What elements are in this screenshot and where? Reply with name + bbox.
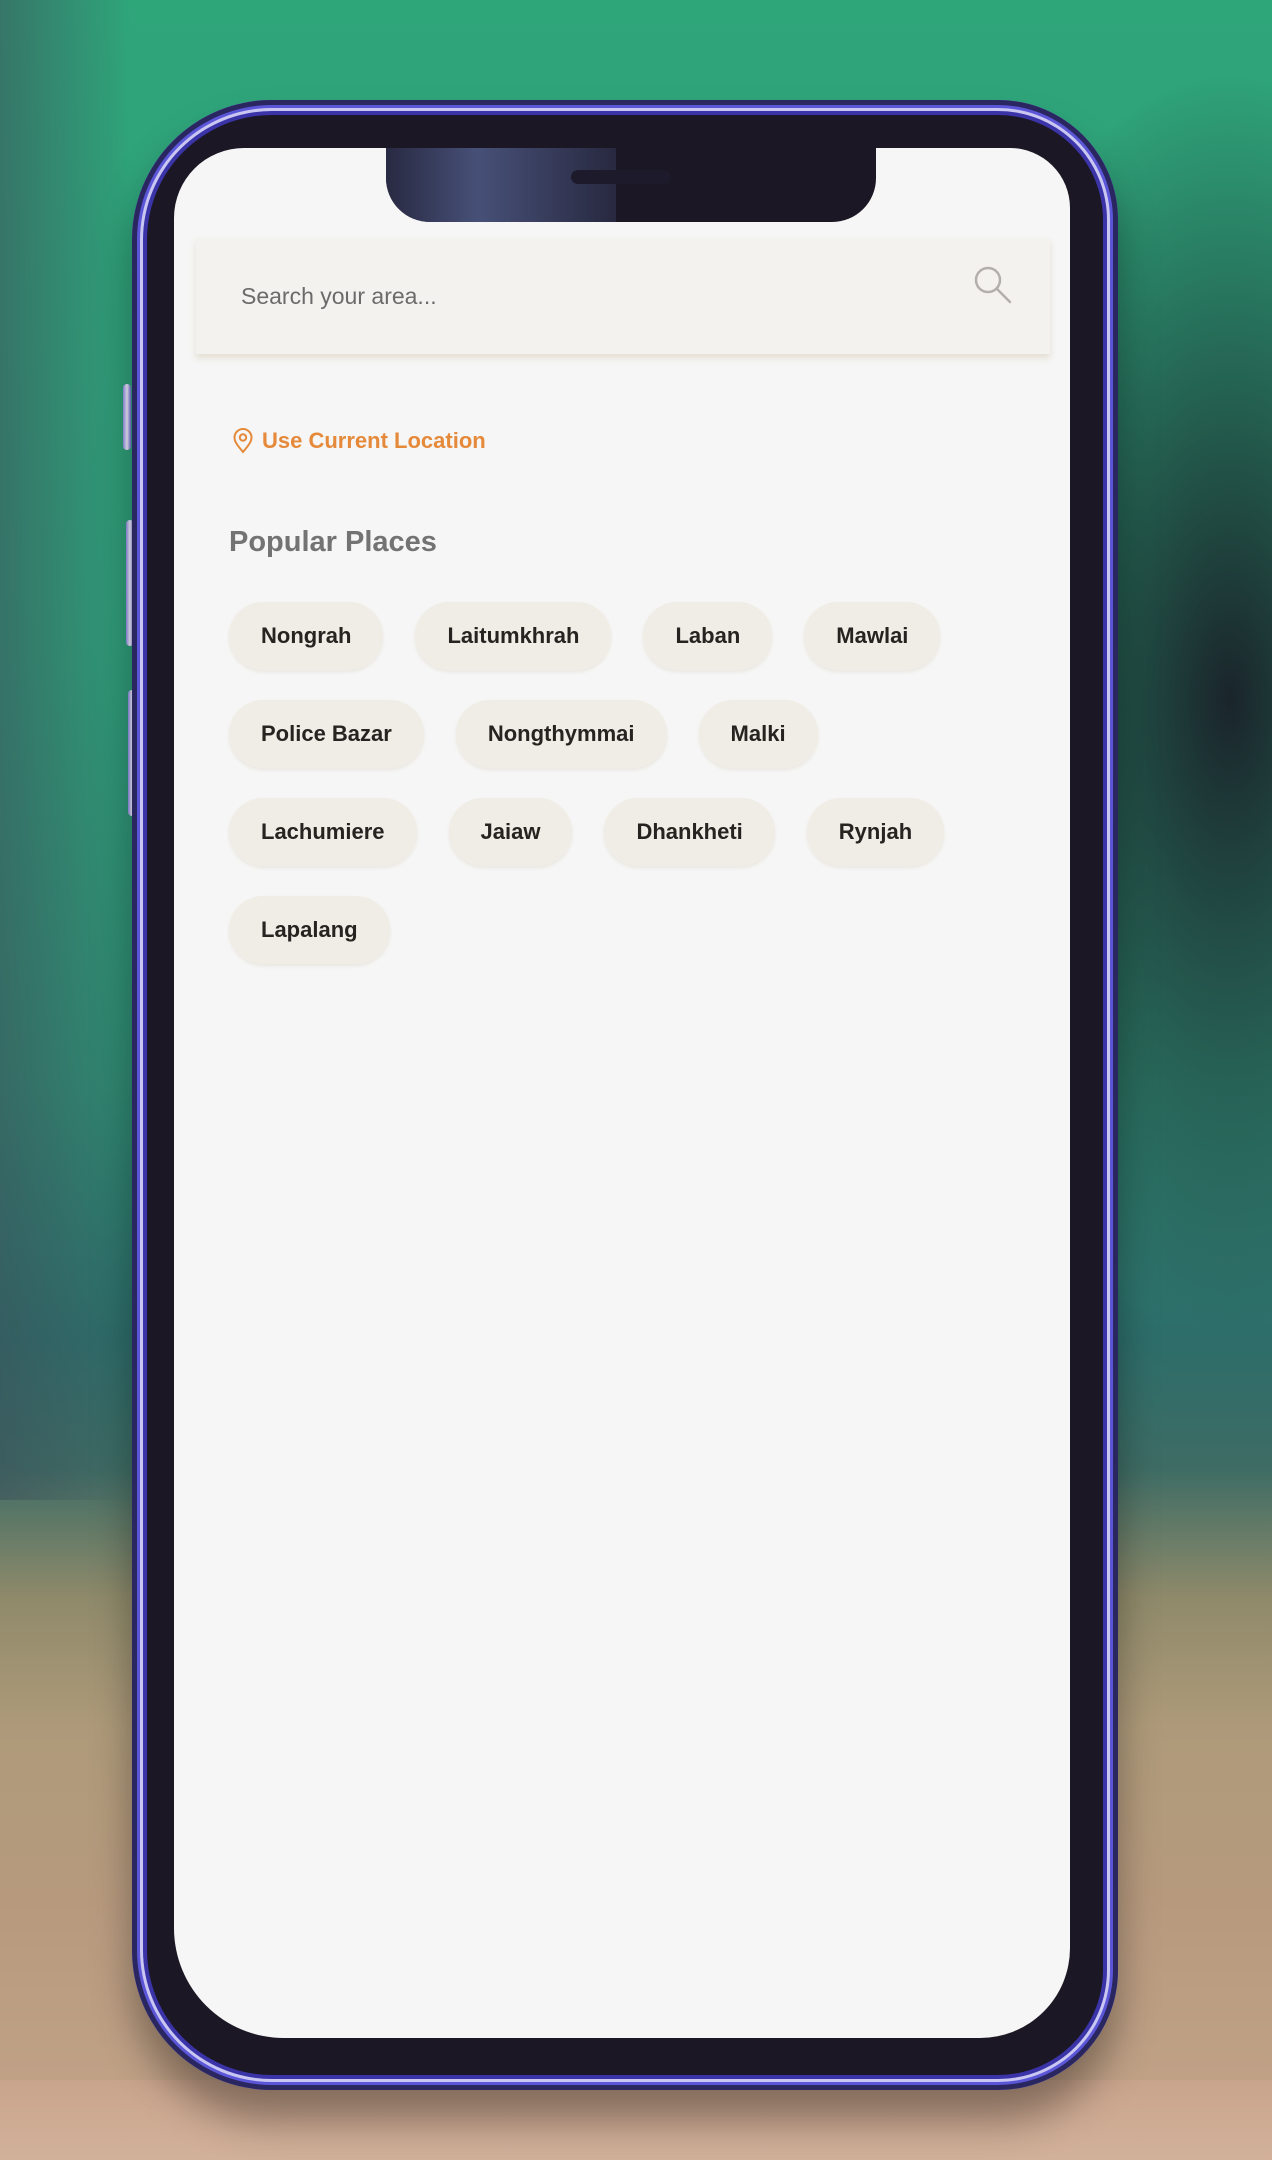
place-chip-lachumiere[interactable]: Lachumiere	[229, 798, 417, 866]
search-icon[interactable]	[970, 262, 1014, 306]
place-chip-lapalang[interactable]: Lapalang	[229, 896, 390, 964]
phone-notch	[386, 148, 876, 222]
place-chip-police-bazar[interactable]: Police Bazar	[229, 700, 424, 768]
search-input[interactable]	[239, 270, 943, 322]
use-current-location-label: Use Current Location	[262, 428, 486, 453]
map-pin-icon	[232, 428, 254, 454]
place-chip-malki[interactable]: Malki	[698, 700, 818, 768]
use-current-location-button[interactable]: Use Current Location	[232, 428, 486, 454]
place-chip-jaiaw[interactable]: Jaiaw	[448, 798, 573, 866]
place-chip-mawlai[interactable]: Mawlai	[804, 602, 941, 670]
popular-places-title: Popular Places	[229, 526, 437, 558]
place-chip-laitumkhrah[interactable]: Laitumkhrah	[415, 602, 612, 670]
place-chip-rynjah[interactable]: Rynjah	[806, 798, 945, 866]
table-surface	[0, 2080, 1272, 2160]
silent-switch	[123, 384, 131, 450]
background-shade	[0, 0, 130, 1500]
place-chip-dhankheti[interactable]: Dhankheti	[604, 798, 775, 866]
place-chip-nongthymmai[interactable]: Nongthymmai	[455, 700, 667, 768]
place-chip-nongrah[interactable]: Nongrah	[229, 602, 384, 670]
place-chip-laban[interactable]: Laban	[643, 602, 773, 670]
search-bar	[196, 238, 1050, 354]
popular-places-list: Nongrah Laitumkhrah Laban Mawlai Police …	[229, 602, 969, 964]
earpiece-speaker	[571, 170, 671, 184]
